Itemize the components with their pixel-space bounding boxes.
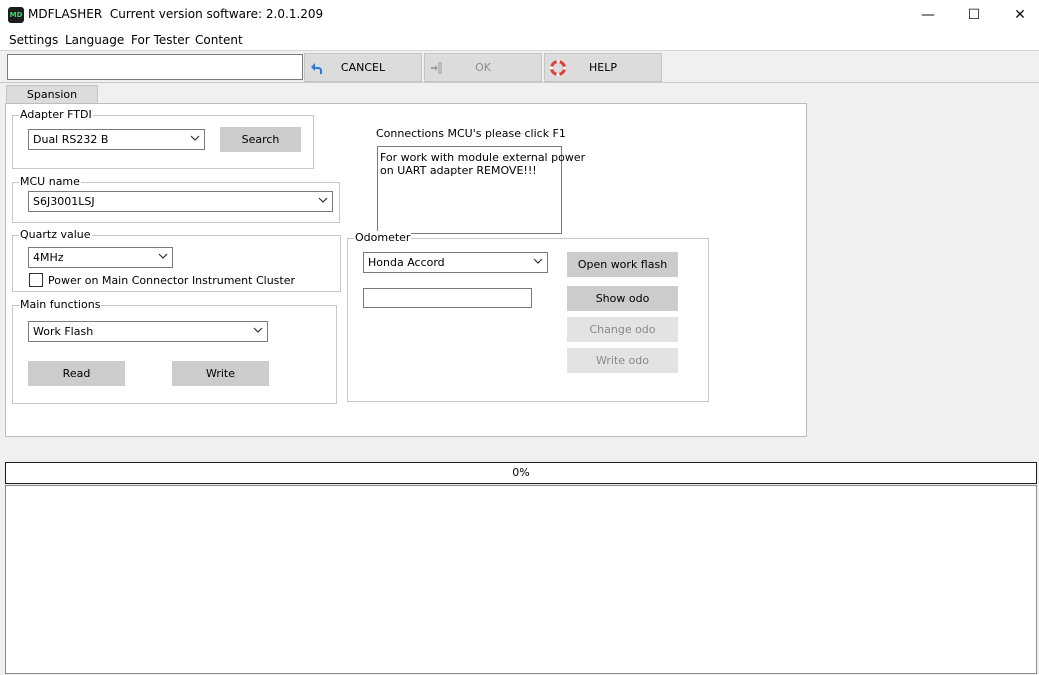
progress-text: 0% bbox=[512, 466, 530, 479]
connections-text-line1: For work with module external power bbox=[380, 151, 586, 164]
ok-button[interactable]: OK bbox=[424, 53, 542, 82]
odometer-input[interactable] bbox=[363, 288, 532, 308]
write-button[interactable]: Write bbox=[172, 361, 269, 386]
title-bar: MD MDFLASHER Current version software: 2… bbox=[0, 0, 1039, 30]
search-button[interactable]: Search bbox=[220, 127, 301, 152]
chevron-down-icon bbox=[533, 258, 543, 264]
adapter-select-value: Dual RS232 B bbox=[33, 133, 109, 146]
chevron-down-icon bbox=[253, 327, 263, 333]
help-label: HELP bbox=[589, 61, 617, 74]
main-functions-group: Main functions Work Flash Read Write bbox=[12, 298, 337, 404]
odometer-group: Odometer Honda Accord Open work flash Sh… bbox=[347, 231, 709, 402]
minimize-icon: — bbox=[921, 7, 935, 23]
tab-spansion[interactable]: Spansion S6J3xx bbox=[6, 85, 98, 118]
change-odo-button[interactable]: Change odo bbox=[567, 317, 678, 342]
ok-label: OK bbox=[475, 61, 491, 74]
cancel-label: CANCEL bbox=[340, 61, 386, 74]
app-icon-text: MD bbox=[9, 11, 23, 19]
main-functions-group-label: Main functions bbox=[19, 298, 102, 311]
menu-settings[interactable]: Settings bbox=[9, 33, 58, 47]
maximize-button[interactable]: ☐ bbox=[951, 0, 997, 30]
connections-text-line2: on UART adapter REMOVE!!! bbox=[380, 164, 537, 177]
adapter-group: Adapter FTDI Dual RS232 B Search bbox=[12, 108, 314, 169]
mcu-select-value: S6J3001LSJ bbox=[33, 195, 95, 208]
minimize-button[interactable]: — bbox=[905, 0, 951, 30]
maximize-icon: ☐ bbox=[967, 7, 981, 23]
connections-label: Connections MCU's please click F1 bbox=[376, 127, 566, 140]
chevron-down-icon bbox=[190, 135, 200, 141]
vehicle-select[interactable]: Honda Accord bbox=[363, 252, 548, 273]
app-name: MDFLASHER bbox=[28, 7, 103, 21]
connections-textbox[interactable]: For work with module external power on U… bbox=[377, 146, 586, 234]
odometer-group-label: Odometer bbox=[354, 231, 412, 244]
function-select[interactable]: Work Flash bbox=[28, 321, 268, 342]
menu-content[interactable]: Content bbox=[195, 33, 243, 47]
menu-bar: Settings Language For Tester Content bbox=[0, 30, 1039, 50]
mcu-group: MCU name S6J3001LSJ bbox=[12, 175, 340, 223]
read-button[interactable]: Read bbox=[28, 361, 125, 386]
power-checkbox[interactable] bbox=[29, 273, 43, 287]
log-area[interactable] bbox=[5, 485, 1037, 674]
open-work-flash-button[interactable]: Open work flash bbox=[567, 252, 678, 277]
quartz-group-label: Quartz value bbox=[19, 228, 92, 241]
window-title: MDFLASHER Current version software: 2.0.… bbox=[28, 7, 323, 21]
close-icon: ✕ bbox=[1014, 7, 1026, 23]
chevron-down-icon bbox=[318, 197, 328, 203]
tab-panel: Adapter FTDI Dual RS232 B Search MCU nam… bbox=[5, 103, 807, 437]
window-title-version: Current version software: 2.0.1.209 bbox=[109, 7, 324, 21]
close-button[interactable]: ✕ bbox=[997, 0, 1039, 30]
chevron-down-icon bbox=[158, 253, 168, 259]
function-select-value: Work Flash bbox=[33, 325, 94, 338]
help-button[interactable]: HELP bbox=[544, 53, 662, 82]
mcu-group-label: MCU name bbox=[19, 175, 81, 188]
toolbar: CANCEL OK HELP bbox=[0, 50, 1039, 83]
menu-language[interactable]: Language bbox=[65, 33, 124, 47]
quartz-select-value: 4MHz bbox=[33, 251, 64, 264]
quartz-group: Quartz value 4MHz Power on Main Connecto… bbox=[12, 228, 341, 292]
progress-bar: 0% bbox=[5, 462, 1037, 484]
menu-for-tester[interactable]: For Tester bbox=[131, 33, 190, 47]
adapter-select[interactable]: Dual RS232 B bbox=[28, 129, 205, 150]
quartz-select[interactable]: 4MHz bbox=[28, 247, 173, 268]
cancel-button[interactable]: CANCEL bbox=[304, 53, 422, 82]
adapter-group-label: Adapter FTDI bbox=[19, 108, 93, 121]
app-icon: MD bbox=[8, 7, 24, 23]
show-odo-button[interactable]: Show odo bbox=[567, 286, 678, 311]
mcu-select[interactable]: S6J3001LSJ bbox=[28, 191, 333, 212]
write-odo-button[interactable]: Write odo bbox=[567, 348, 678, 373]
toolbar-input[interactable] bbox=[7, 54, 303, 80]
power-checkbox-label: Power on Main Connector Instrument Clust… bbox=[48, 274, 296, 287]
vehicle-select-value: Honda Accord bbox=[368, 256, 445, 269]
